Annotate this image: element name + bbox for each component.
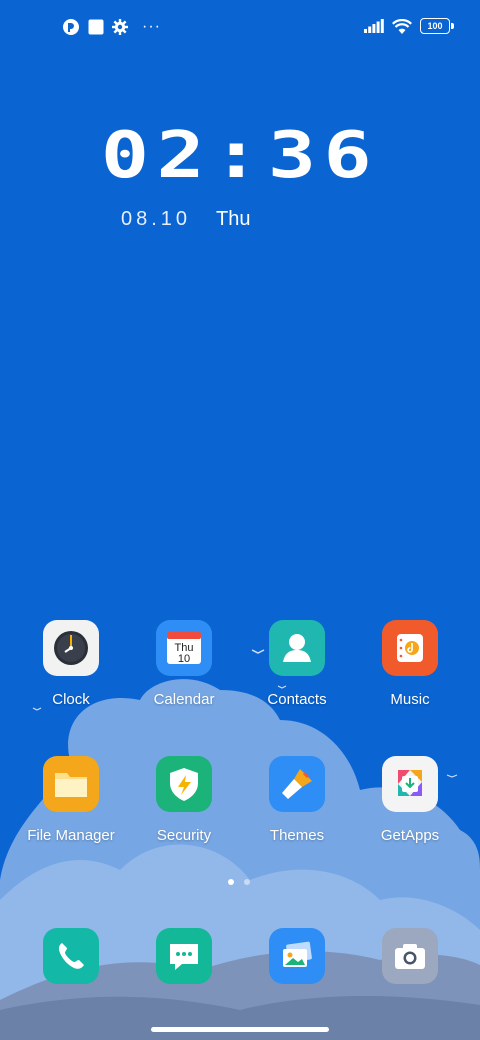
dock-phone[interactable] <box>16 928 126 984</box>
app-label: Themes <box>269 827 325 844</box>
folder-icon[interactable] <box>43 756 99 812</box>
date-display: 08.10 <box>121 208 192 230</box>
getapps-icon[interactable] <box>382 756 438 812</box>
status-bar: ··· 100 <box>0 0 480 56</box>
dock-messages[interactable] <box>129 928 239 984</box>
app-clock[interactable]: Clock <box>16 620 126 708</box>
wifi-icon <box>392 18 412 34</box>
clock-icon[interactable] <box>43 620 99 676</box>
app-label: GetApps <box>380 827 440 844</box>
app-label: Music <box>390 691 430 708</box>
signal-icon <box>364 19 384 33</box>
camera-icon[interactable] <box>382 928 438 984</box>
battery-icon: 100 <box>420 18 454 34</box>
calendar-icon[interactable]: Thu 10 <box>156 620 212 676</box>
notification-icons: ··· <box>62 18 161 36</box>
settings-gear-icon <box>112 19 128 35</box>
page-dot-active[interactable] <box>228 879 234 885</box>
paintbrush-icon[interactable] <box>269 756 325 812</box>
app-music[interactable]: Music <box>355 620 465 708</box>
home-gesture-bar[interactable] <box>151 1027 329 1032</box>
app-file-manager[interactable]: File Manager <box>16 756 126 844</box>
page-dot[interactable] <box>244 879 250 885</box>
music-icon[interactable] <box>382 620 438 676</box>
shield-icon[interactable] <box>156 756 212 812</box>
dock-gallery[interactable] <box>242 928 352 984</box>
app-calendar[interactable]: Thu 10 Calendar <box>129 620 239 708</box>
page-indicator[interactable] <box>228 879 250 885</box>
calendar-date-text: 10 <box>178 653 190 665</box>
app-contacts[interactable]: Contacts <box>242 620 352 708</box>
dock-camera[interactable] <box>355 928 465 984</box>
app-label: Clock <box>52 691 90 708</box>
contacts-icon[interactable] <box>269 620 325 676</box>
notification-app-icon <box>63 19 79 35</box>
app-label: Contacts <box>267 691 327 708</box>
system-status-icons: 100 <box>364 18 454 34</box>
app-themes[interactable]: Themes <box>242 756 352 844</box>
square-notification-icon <box>88 19 104 35</box>
app-label: Calendar <box>153 691 215 708</box>
phone-icon[interactable] <box>43 928 99 984</box>
gallery-icon[interactable] <box>269 928 325 984</box>
time-display[interactable]: 02:36 <box>0 120 480 192</box>
app-security[interactable]: Security <box>129 756 239 844</box>
weekday-display: Thu <box>216 208 251 230</box>
messages-icon[interactable] <box>156 928 212 984</box>
more-notifications-indicator: ··· <box>142 18 161 35</box>
app-getapps[interactable]: GetApps <box>355 756 465 844</box>
app-label: File Manager <box>27 827 115 844</box>
app-label: Security <box>156 827 212 844</box>
